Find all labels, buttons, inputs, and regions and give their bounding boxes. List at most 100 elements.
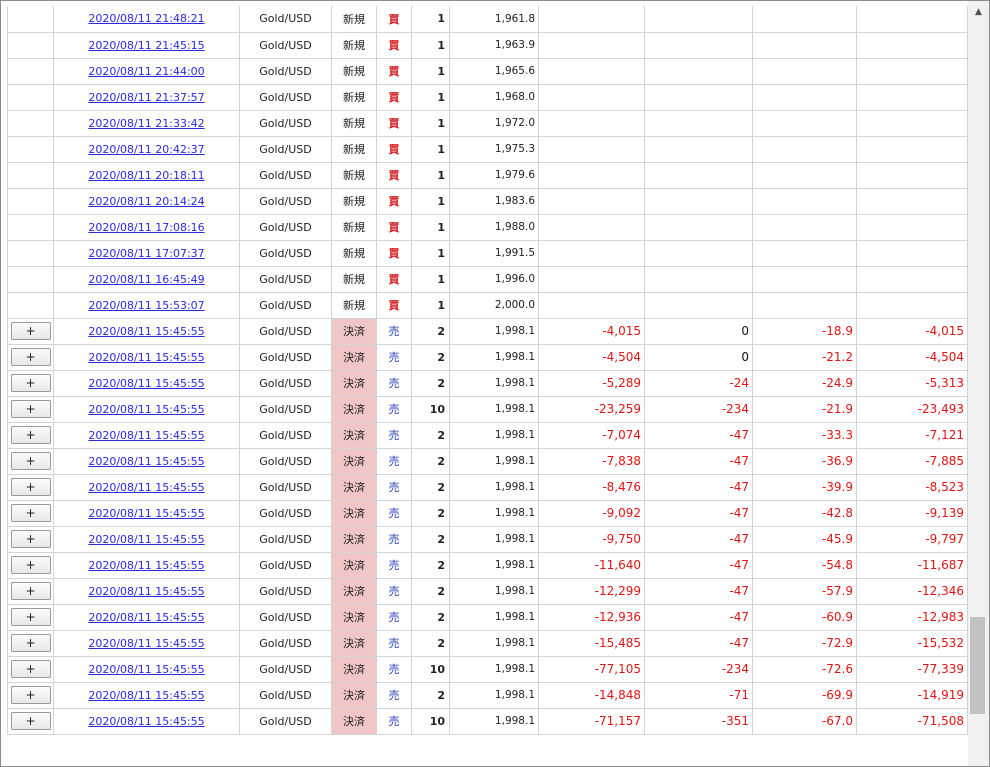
expand-button[interactable]: + [10, 556, 51, 574]
order-datetime-link[interactable]: 2020/08/11 16:45:49 [88, 273, 204, 286]
side-cell: 売 [376, 317, 412, 345]
price-cell: 1,996.0 [449, 265, 539, 293]
symbol-cell: Gold/USD [239, 499, 332, 527]
order-datetime-link[interactable]: 2020/08/11 15:45:55 [88, 689, 204, 702]
order-datetime-link[interactable]: 2020/08/11 15:45:55 [88, 637, 204, 650]
order-datetime-link[interactable]: 2020/08/11 20:14:24 [88, 195, 204, 208]
table-row: +2020/08/11 15:45:55 Gold/USD 決済売 2 1,998.1-… [7, 421, 968, 449]
expand-button[interactable]: + [10, 608, 51, 626]
order-datetime-link[interactable]: 2020/08/11 15:45:55 [88, 585, 204, 598]
symbol-cell: Gold/USD [239, 57, 332, 85]
expand-button[interactable]: + [10, 400, 51, 418]
scroll-up-arrow-icon[interactable]: ▲ [968, 1, 989, 22]
order-datetime-link[interactable]: 2020/08/11 21:44:00 [88, 65, 204, 78]
order-datetime-link[interactable]: 2020/08/11 15:45:55 [88, 403, 204, 416]
expand-cell: + [7, 551, 54, 579]
table-row: +2020/08/11 15:45:55 Gold/USD 決済売 2 1,998.1-… [7, 681, 968, 709]
value-cell-1 [538, 161, 645, 189]
expand-button[interactable]: + [10, 634, 51, 652]
value-cell-3 [752, 109, 857, 137]
expand-cell: + [7, 681, 54, 709]
order-datetime-link[interactable]: 2020/08/11 15:45:55 [88, 663, 204, 676]
order-datetime-link[interactable]: 2020/08/11 15:45:55 [88, 481, 204, 494]
vertical-scrollbar[interactable]: ▲ [968, 1, 989, 766]
trade-type-cell: 新規 [331, 57, 377, 85]
expand-button[interactable]: + [10, 504, 51, 522]
value-cell-1: -5,289 [538, 369, 645, 397]
side-cell: 買 [376, 291, 412, 319]
order-datetime-link[interactable]: 2020/08/11 15:45:55 [88, 715, 204, 728]
order-datetime-link[interactable]: 2020/08/11 17:08:16 [88, 221, 204, 234]
symbol-cell: Gold/USD [239, 213, 332, 241]
value-cell-3: -72.6 [752, 655, 857, 683]
order-datetime-link[interactable]: 2020/08/11 15:45:55 [88, 507, 204, 520]
order-datetime-link[interactable]: 2020/08/11 21:45:15 [88, 39, 204, 52]
quantity-cell: 2 [411, 681, 450, 709]
order-datetime-link[interactable]: 2020/08/11 15:45:55 [88, 429, 204, 442]
expand-button[interactable]: + [10, 348, 51, 366]
price-cell: 1,998.1 [449, 499, 539, 527]
quantity-cell: 2 [411, 447, 450, 475]
price-cell: 1,963.9 [449, 31, 539, 59]
value-cell-4: -77,339 [856, 655, 968, 683]
trade-history-grid: 2020/08/11 21:48:21 Gold/USD 新規買 1 1,961.8 20… [7, 6, 968, 735]
expand-cell: + [7, 603, 54, 631]
trade-table-body: 2020/08/11 21:48:21 Gold/USD 新規買 1 1,961.8 20… [7, 6, 968, 735]
value-cell-2: -71 [644, 681, 753, 709]
expand-button[interactable]: + [10, 686, 51, 704]
order-datetime-link[interactable]: 2020/08/11 15:45:55 [88, 377, 204, 390]
table-row: +2020/08/11 15:45:55 Gold/USD 決済売 2 1,998.1-… [7, 551, 968, 579]
order-datetime-cell: 2020/08/11 15:45:55 [53, 317, 240, 345]
value-cell-4: -7,885 [856, 447, 968, 475]
expand-button[interactable]: + [10, 530, 51, 548]
order-datetime-link[interactable]: 2020/08/11 15:45:55 [88, 533, 204, 546]
expand-cell: + [7, 655, 54, 683]
expand-button[interactable]: + [10, 452, 51, 470]
trade-type-cell: 新規 [331, 291, 377, 319]
order-datetime-link[interactable]: 2020/08/11 20:42:37 [88, 143, 204, 156]
order-datetime-link[interactable]: 2020/08/11 15:45:55 [88, 559, 204, 572]
value-cell-3 [752, 31, 857, 59]
side-cell: 買 [376, 161, 412, 189]
order-datetime-cell: 2020/08/11 15:53:07 [53, 291, 240, 319]
table-row: 2020/08/11 21:37:57 Gold/USD 新規買 1 1,968.0 [7, 83, 968, 111]
order-datetime-link[interactable]: 2020/08/11 20:18:11 [88, 169, 204, 182]
value-cell-4: -9,139 [856, 499, 968, 527]
expand-button[interactable]: + [10, 374, 51, 392]
value-cell-4 [856, 239, 968, 267]
value-cell-3: -60.9 [752, 603, 857, 631]
order-datetime-link[interactable]: 2020/08/11 17:07:37 [88, 247, 204, 260]
expand-cell: + [7, 317, 54, 345]
trade-type-cell: 決済 [331, 551, 377, 579]
symbol-cell: Gold/USD [239, 83, 332, 111]
scrollbar-track[interactable] [968, 22, 989, 766]
expand-button[interactable]: + [10, 660, 51, 678]
order-datetime-link[interactable]: 2020/08/11 15:45:55 [88, 455, 204, 468]
order-datetime-link[interactable]: 2020/08/11 15:45:55 [88, 351, 204, 364]
expand-cell [7, 187, 54, 215]
expand-button[interactable]: + [10, 322, 51, 340]
quantity-cell: 2 [411, 369, 450, 397]
side-cell: 売 [376, 499, 412, 527]
order-datetime-link[interactable]: 2020/08/11 21:48:21 [88, 12, 204, 25]
trade-type-cell: 決済 [331, 317, 377, 345]
value-cell-4 [856, 83, 968, 111]
value-cell-4: -4,504 [856, 343, 968, 371]
symbol-cell: Gold/USD [239, 603, 332, 631]
order-datetime-link[interactable]: 2020/08/11 15:45:55 [88, 611, 204, 624]
order-datetime-link[interactable]: 2020/08/11 21:33:42 [88, 117, 204, 130]
trade-type-cell: 新規 [331, 135, 377, 163]
expand-button[interactable]: + [10, 426, 51, 444]
order-datetime-cell: 2020/08/11 17:08:16 [53, 213, 240, 241]
symbol-cell: Gold/USD [239, 317, 332, 345]
expand-button[interactable]: + [10, 478, 51, 496]
expand-button[interactable]: + [10, 582, 51, 600]
value-cell-3: -42.8 [752, 499, 857, 527]
expand-button[interactable]: + [10, 712, 51, 730]
trade-type-cell: 新規 [331, 83, 377, 111]
order-datetime-link[interactable]: 2020/08/11 15:53:07 [88, 299, 204, 312]
order-datetime-link[interactable]: 2020/08/11 21:37:57 [88, 91, 204, 104]
order-datetime-link[interactable]: 2020/08/11 15:45:55 [88, 325, 204, 338]
scrollbar-thumb[interactable] [970, 617, 985, 714]
side-cell: 買 [376, 109, 412, 137]
